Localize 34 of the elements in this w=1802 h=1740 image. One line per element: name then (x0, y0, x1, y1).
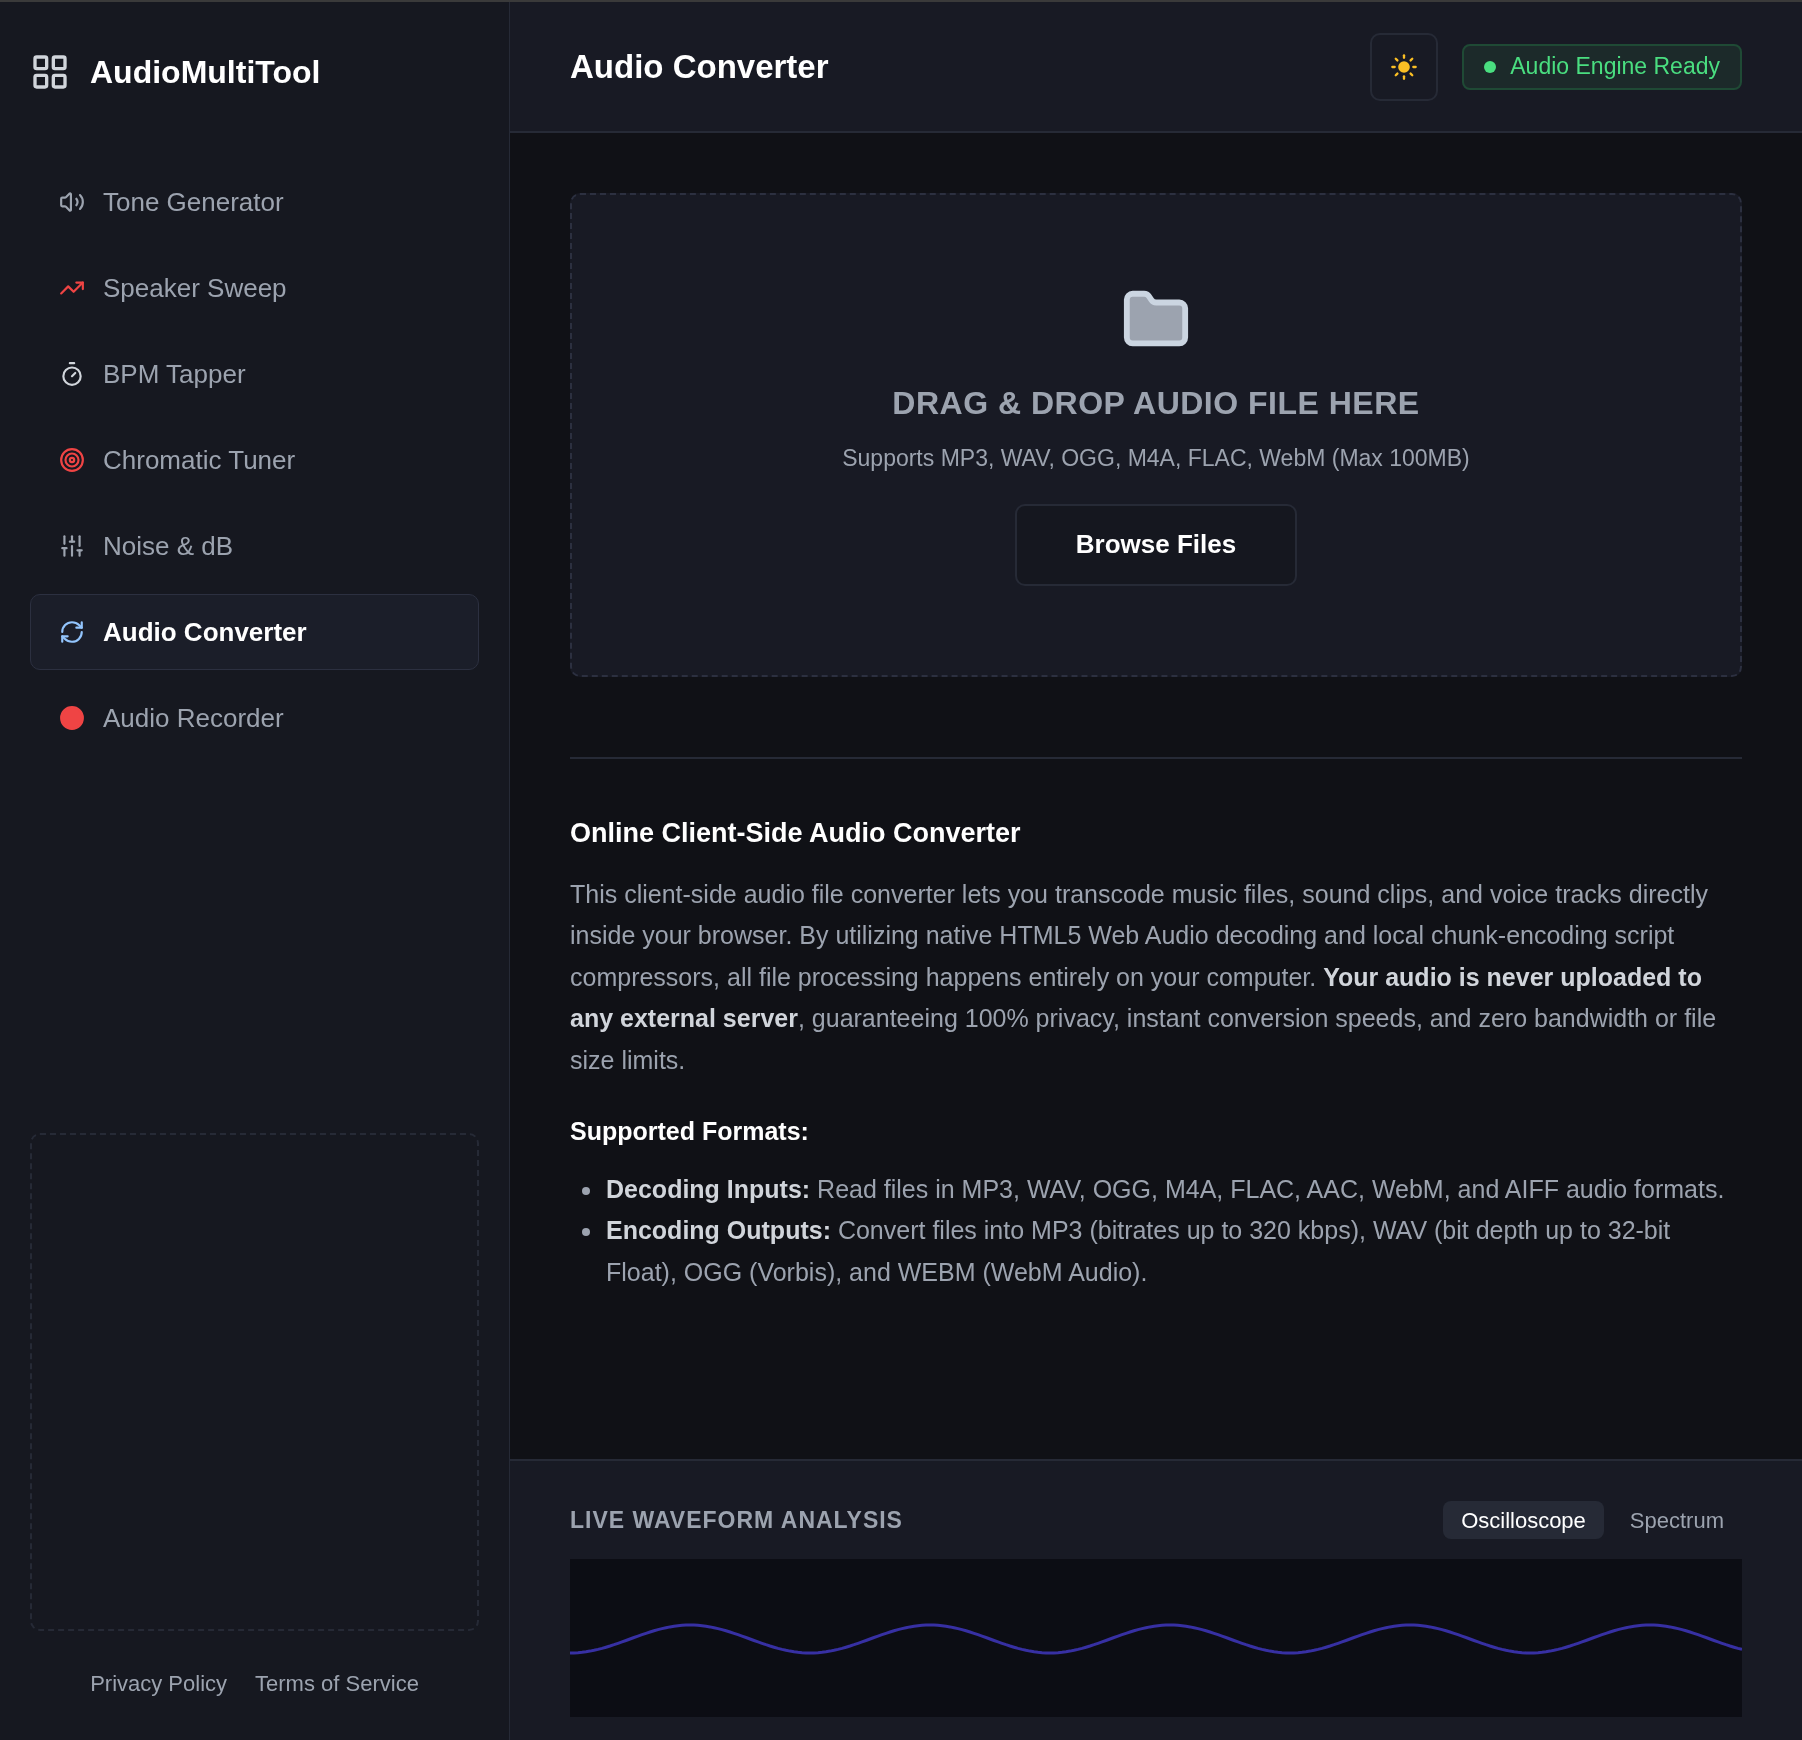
slider-icon (59, 533, 85, 559)
refresh-icon (59, 619, 85, 645)
target-icon (59, 447, 85, 473)
theme-toggle-button[interactable] (1370, 32, 1439, 101)
footer-link[interactable]: Terms of Service (255, 1667, 419, 1700)
view-tab[interactable]: Spectrum (1611, 1501, 1742, 1539)
article-paragraph: This client-side audio file converter lets you transcode music files, sound clips, and voice tracks directly inside your browser. By utilizing native HTML5 Web Audio decoding and local chunk-encoding script compressors, all file processing happens entirely on your computer. Your audio is never uploaded to any external server, guaranteeing 100% privacy, instant conversion speeds, and zero bandwidth or file size limits. (570, 878, 1718, 1076)
drop-subtitle: Supports MP3, WAV, OGG, M4A, FLAC, WebM (Max 100MB) (842, 444, 1470, 473)
sidebar-item[interactable]: Audio Converter (30, 594, 479, 670)
formats-heading: Supported Formats: (570, 1116, 810, 1147)
bullet-icon (582, 1228, 590, 1236)
sun-icon (1390, 52, 1419, 81)
sidebar-item[interactable]: BPM Tapper (30, 336, 479, 412)
analysis-title: LIVE WAVEFORM ANALYSIS (570, 1505, 903, 1535)
sidebar-item[interactable]: Tone Generator (30, 164, 479, 240)
browse-files-button[interactable]: Browse Files (1015, 503, 1297, 586)
sidebar-item[interactable]: Audio Recorder (30, 680, 479, 756)
record-icon (59, 705, 85, 731)
sidebar-item[interactable]: Speaker Sweep (30, 250, 479, 326)
bullet-icon (582, 1186, 590, 1195)
status-label: Audio Engine Ready (1510, 52, 1720, 82)
format-item: Decoding Inputs: Read files in MP3, WAV, OGG, M4A, FLAC, AAC, WebM, and AIFF audio formats. (606, 1173, 1725, 1205)
drop-zone[interactable]: DRAG & DROP AUDIO FILE HERE Supports MP3, WAV, OGG, M4A, FLAC, WebM (Max 100MB) Browse Files (570, 193, 1742, 677)
format-item: Encoding Outputs: Convert files into MP3 (bitrates up to 320 kbps), WAV (bit depth up to 32-bit Float), OGG (Vorbis), and WEBM (WebM Audio). (606, 1215, 1672, 1288)
drop-title: DRAG & DROP AUDIO FILE HERE (892, 384, 1420, 423)
sidebar-item[interactable]: Chromatic Tuner (30, 422, 479, 498)
app-logo: AudioMultiTool (90, 53, 321, 92)
sidebar-item[interactable]: Noise & dB (30, 508, 479, 584)
view-tab[interactable]: Oscilloscope (1443, 1501, 1604, 1539)
stopwatch-icon (59, 361, 85, 387)
page-title: Audio Converter (570, 46, 829, 87)
footer-link[interactable]: Privacy Policy (90, 1667, 228, 1700)
article-heading: Online Client-Side Audio Converter (570, 817, 1022, 850)
speaker-icon (59, 189, 85, 215)
